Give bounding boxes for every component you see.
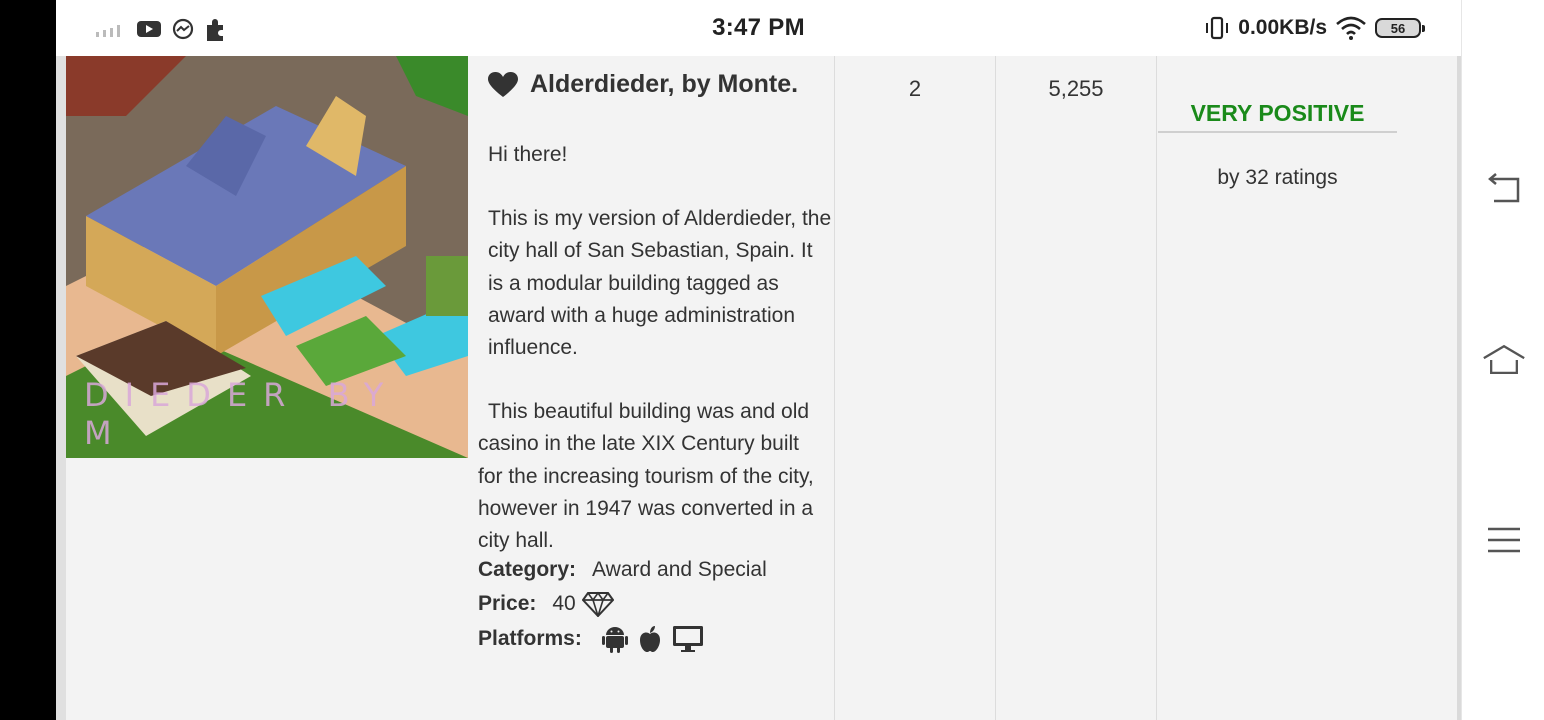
home-icon xyxy=(1483,344,1525,374)
price-label: Price: xyxy=(478,592,537,615)
platforms-label: Platforms: xyxy=(478,627,582,650)
column-2: 2 xyxy=(835,56,996,720)
price-value: 40 xyxy=(552,592,576,615)
battery-level: 56 xyxy=(1390,20,1406,36)
network-speed: 0.00KB/s xyxy=(1238,16,1327,39)
apple-icon xyxy=(639,626,660,652)
price-row: Price: 40 xyxy=(478,591,614,617)
heart-icon[interactable] xyxy=(488,71,518,98)
platform-icons xyxy=(601,625,704,653)
description-greeting: Hi there! xyxy=(488,143,568,166)
home-button[interactable] xyxy=(1482,342,1526,378)
back-icon xyxy=(1488,173,1520,203)
building-thumbnail[interactable]: DIEDER BY M xyxy=(66,56,468,458)
platforms-row: Platforms: xyxy=(478,625,704,653)
navigation-bar xyxy=(1461,0,1544,720)
description-paragraph-1: This is my version of Alderdieder, the c… xyxy=(488,207,832,360)
rating-count: by 32 ratings xyxy=(1217,166,1338,189)
status-right-icons: 0.00KB/s 56 xyxy=(1204,14,1425,42)
category-row: Category: Award and Special xyxy=(478,558,767,582)
diamond-icon xyxy=(581,591,614,617)
title-row: Alderdieder, by Monte. xyxy=(488,70,798,99)
listing-row: DIEDER BY M Alderdieder, by Monte. Hi th… xyxy=(56,56,1461,720)
battery-icon: 56 xyxy=(1375,18,1425,38)
android-icon xyxy=(601,627,628,653)
thumbnail-watermark: DIEDER BY M xyxy=(84,376,400,452)
column-2-value: 2 xyxy=(908,76,922,101)
app-screen: 3:47 PM 0.00KB/s 56 DIEDER BY M Alderdie… xyxy=(56,0,1461,720)
category-value: Award and Special xyxy=(592,558,767,581)
category-label: Category: xyxy=(478,558,577,581)
rating-label: VERY POSITIVE xyxy=(1158,100,1397,133)
column-3: 5,255 xyxy=(996,56,1157,720)
description-column: Alderdieder, by Monte. Hi there! This is… xyxy=(468,56,835,720)
status-bar: 3:47 PM 0.00KB/s 56 xyxy=(56,0,1461,56)
listing-title[interactable]: Alderdieder, by Monte. xyxy=(530,70,798,99)
desktop-icon xyxy=(672,626,703,652)
rating-column: VERY POSITIVE by 32 ratings xyxy=(1157,56,1455,720)
left-border xyxy=(56,56,66,720)
column-3-value: 5,255 xyxy=(1048,76,1104,101)
menu-button[interactable] xyxy=(1482,522,1526,558)
vibrate-icon xyxy=(1206,16,1229,40)
menu-icon xyxy=(1488,527,1520,553)
left-edge xyxy=(0,0,56,720)
back-button[interactable] xyxy=(1482,172,1526,208)
wifi-icon xyxy=(1336,16,1366,40)
description-paragraph-2: This beautiful building was and old casi… xyxy=(478,400,814,553)
